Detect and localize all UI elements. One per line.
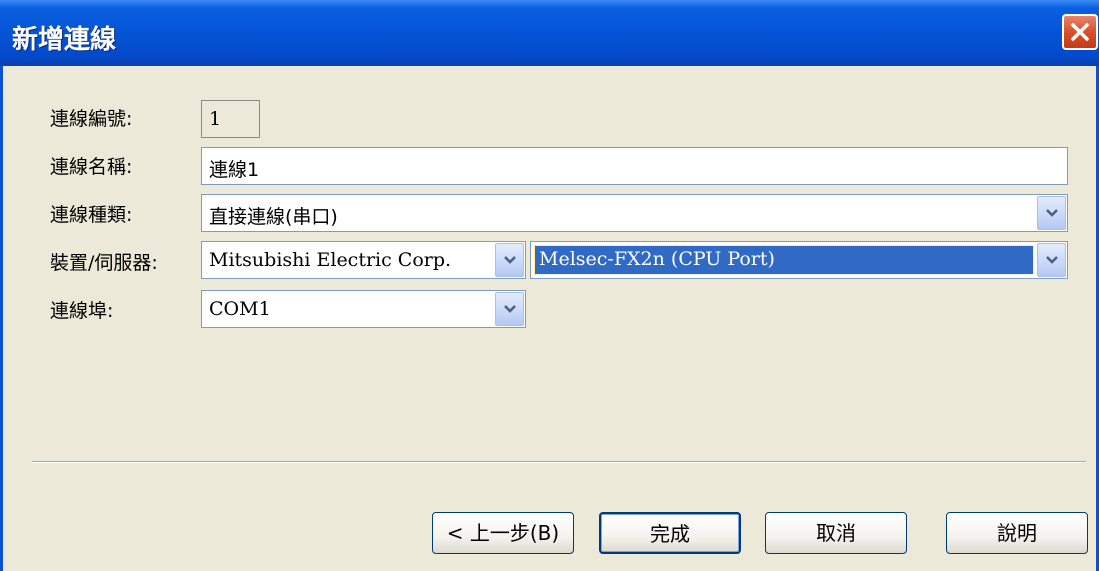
finish-button[interactable]: 完成 — [599, 512, 741, 554]
help-button[interactable]: 說明 — [946, 512, 1088, 554]
connection-number-field: 1 — [201, 100, 260, 138]
close-button[interactable] — [1062, 14, 1098, 50]
manufacturer-select[interactable]: Mitsubishi Electric Corp. — [201, 241, 526, 279]
connection-type-select[interactable]: 直接連線(串口) — [201, 194, 1068, 232]
model-select[interactable]: Melsec-FX2n (CPU Port) — [530, 241, 1068, 279]
connection-number-label: 連線編號: — [50, 108, 133, 130]
manufacturer-dropdown-button[interactable] — [495, 243, 524, 277]
model-dropdown-button[interactable] — [1037, 243, 1066, 277]
port-select[interactable]: COM1 — [201, 290, 526, 328]
chevron-down-icon — [504, 256, 516, 264]
connection-number-value: 1 — [209, 108, 222, 130]
connection-type-label: 連線種類: — [50, 204, 133, 226]
model-selection-highlight: Melsec-FX2n (CPU Port) — [534, 245, 1034, 275]
device-server-label: 裝置/伺服器: — [50, 252, 158, 274]
connection-type-value: 直接連線(串口) — [209, 206, 338, 228]
back-button[interactable]: < 上一步(B) — [432, 512, 574, 554]
cancel-button[interactable]: 取消 — [765, 512, 907, 554]
port-value: COM1 — [209, 298, 271, 320]
title-bar[interactable]: 新增連線 — [0, 0, 1099, 66]
separator — [32, 461, 1086, 463]
connection-name-value: 連線1 — [209, 159, 260, 181]
port-label: 連線埠: — [50, 300, 114, 322]
close-icon — [1071, 23, 1089, 41]
connection-name-input[interactable]: 連線1 — [201, 147, 1068, 185]
model-value: Melsec-FX2n (CPU Port) — [539, 248, 775, 270]
window-title: 新增連線 — [12, 25, 117, 55]
chevron-down-icon — [1046, 256, 1058, 264]
dialog-body — [0, 66, 1099, 571]
connection-type-dropdown-button[interactable] — [1037, 196, 1066, 230]
connection-name-label: 連線名稱: — [50, 156, 133, 178]
port-dropdown-button[interactable] — [495, 292, 524, 326]
manufacturer-value: Mitsubishi Electric Corp. — [209, 249, 452, 271]
chevron-down-icon — [1046, 209, 1058, 217]
chevron-down-icon — [504, 305, 516, 313]
